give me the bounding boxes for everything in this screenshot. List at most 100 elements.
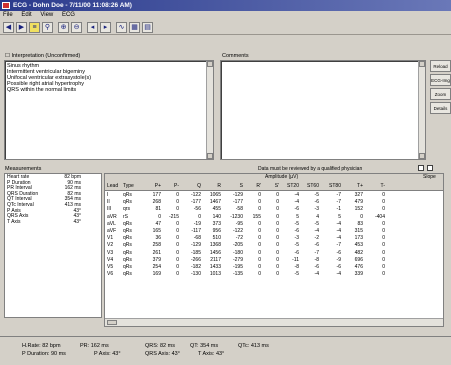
details-button[interactable]: Details bbox=[430, 102, 451, 114]
table-cell: qRs bbox=[123, 199, 132, 206]
back-icon[interactable]: ◂ bbox=[87, 22, 98, 33]
table-cell: -5 bbox=[314, 192, 319, 198]
table-cell: 1065 bbox=[209, 192, 221, 198]
column-header[interactable]: S bbox=[223, 183, 243, 190]
table-cell: 0 bbox=[176, 249, 179, 256]
interpretation-label: ☐ Interpretation (Unconfirmed) bbox=[5, 53, 81, 59]
waveform-icon[interactable]: ∿ bbox=[116, 22, 127, 33]
table-cell: 479 bbox=[354, 199, 363, 206]
column-header[interactable]: R bbox=[203, 183, 221, 190]
table-row-lead: aVF bbox=[107, 228, 117, 234]
interpretation-scrollbar[interactable] bbox=[206, 61, 213, 159]
status-qtc: QTc: 413 ms bbox=[238, 343, 269, 349]
comments-scrollbar[interactable] bbox=[418, 61, 425, 159]
table-cell: 0 bbox=[258, 206, 261, 213]
table-cell: 0 bbox=[258, 235, 261, 242]
table-hscrollbar[interactable] bbox=[105, 318, 443, 326]
review-checkbox[interactable] bbox=[418, 165, 424, 171]
table-cell: 0 bbox=[176, 199, 179, 206]
scroll-down-icon[interactable] bbox=[207, 153, 213, 159]
column-header[interactable]: ST80 bbox=[321, 183, 341, 190]
table-cell: -19 bbox=[193, 220, 201, 227]
table-cell: -56 bbox=[193, 206, 201, 213]
zoom-out-icon[interactable]: ⊖ bbox=[71, 22, 82, 33]
table-row-lead: V1 bbox=[107, 235, 114, 242]
table-cell: qRs bbox=[123, 220, 132, 227]
ecg-image-button[interactable]: ECG-Img bbox=[430, 74, 451, 86]
table-cell: -8 bbox=[314, 256, 319, 263]
scroll-up-icon[interactable] bbox=[207, 61, 213, 67]
table-cell: -7 bbox=[336, 192, 341, 198]
table-cell: -266 bbox=[190, 256, 201, 263]
column-header[interactable]: T- bbox=[365, 183, 385, 190]
table-cell: -7 bbox=[336, 242, 341, 249]
column-header[interactable]: S' bbox=[263, 183, 279, 190]
column-header[interactable]: P+ bbox=[145, 183, 161, 190]
menu-file[interactable]: File bbox=[3, 12, 13, 18]
zoom-button[interactable]: Zoom bbox=[430, 88, 451, 100]
column-header[interactable]: T+ bbox=[343, 183, 363, 190]
slope-header: Slope bbox=[423, 174, 436, 180]
table-cell: 0 bbox=[382, 242, 385, 249]
table-cell: 0 bbox=[258, 192, 261, 198]
table-cell: 0 bbox=[276, 206, 279, 213]
table-cell: 0 bbox=[276, 220, 279, 227]
comments-box[interactable] bbox=[220, 60, 426, 160]
table-cell: 0 bbox=[176, 220, 179, 227]
table-cell: 0 bbox=[158, 213, 161, 220]
table-cell: -180 bbox=[232, 249, 243, 256]
column-header[interactable]: R' bbox=[245, 183, 261, 190]
menu-edit[interactable]: Edit bbox=[21, 12, 31, 18]
forward-icon[interactable]: ▸ bbox=[100, 22, 111, 33]
layout-icon[interactable]: ▤ bbox=[142, 22, 153, 33]
status-paxis: P Axis: 43° bbox=[94, 351, 121, 357]
amplitude-group-header: Amplitude (µV) bbox=[265, 174, 299, 180]
scroll-left-icon[interactable] bbox=[107, 320, 117, 325]
lead-grid-icon[interactable]: ▦ bbox=[129, 22, 140, 33]
zoom-in-icon[interactable]: ⊕ bbox=[58, 22, 69, 33]
table-cell: -6 bbox=[294, 228, 299, 234]
confirm-checkbox[interactable] bbox=[427, 165, 433, 171]
measurements-box: Heart rate 82 bpm P Duration 90 ms PR Inte… bbox=[4, 173, 102, 318]
table-cell: 327 bbox=[354, 192, 363, 198]
table-cell: 173 bbox=[354, 235, 363, 242]
table-cell: 0 bbox=[382, 264, 385, 270]
table-cell: 0 bbox=[258, 264, 261, 270]
table-cell: -8 bbox=[294, 264, 299, 270]
interpretation-box[interactable]: Sinus rhythm Intermittent ventricular bi… bbox=[4, 60, 214, 160]
table-cell: -5 bbox=[294, 271, 299, 278]
table-cell: -2 bbox=[314, 235, 319, 242]
grid-view-icon[interactable]: ≡ bbox=[29, 22, 40, 33]
column-header[interactable]: Lead bbox=[107, 183, 121, 190]
column-header[interactable]: Type bbox=[123, 183, 141, 190]
table-cell: 0 bbox=[258, 249, 261, 256]
column-header[interactable]: ST20 bbox=[281, 183, 299, 190]
table-cell: 0 bbox=[382, 271, 385, 278]
table-cell: 0 bbox=[258, 242, 261, 249]
scroll-up-icon[interactable] bbox=[419, 61, 425, 67]
menu-bar: File Edit View ECG bbox=[0, 11, 451, 20]
table-cell: 0 bbox=[382, 206, 385, 213]
menu-view[interactable]: View bbox=[40, 12, 53, 18]
table-cell: -4 bbox=[336, 235, 341, 242]
table-cell: 0 bbox=[198, 213, 201, 220]
table-cell: -279 bbox=[232, 256, 243, 263]
column-header[interactable]: P- bbox=[163, 183, 179, 190]
reload-button[interactable]: Reload bbox=[430, 60, 451, 72]
prev-icon[interactable]: ◀ bbox=[3, 22, 14, 33]
table-cell: -117 bbox=[191, 228, 201, 234]
interpretation-text: Sinus rhythm Intermittent ventricular bi… bbox=[7, 63, 92, 93]
table-cell: -5 bbox=[294, 242, 299, 249]
table-cell: -182 bbox=[190, 264, 201, 270]
column-header[interactable]: Q bbox=[181, 183, 201, 190]
next-icon[interactable]: ▶ bbox=[16, 22, 27, 33]
table-cell: 696 bbox=[354, 256, 363, 263]
table-cell: -6 bbox=[336, 264, 341, 270]
search-icon[interactable]: ⚲ bbox=[42, 22, 53, 33]
table-cell: 453 bbox=[354, 242, 363, 249]
menu-ecg[interactable]: ECG bbox=[62, 12, 75, 18]
table-cell: 339 bbox=[354, 271, 363, 278]
scroll-down-icon[interactable] bbox=[419, 153, 425, 159]
table-cell: 0 bbox=[258, 271, 261, 278]
column-header[interactable]: ST60 bbox=[301, 183, 319, 190]
